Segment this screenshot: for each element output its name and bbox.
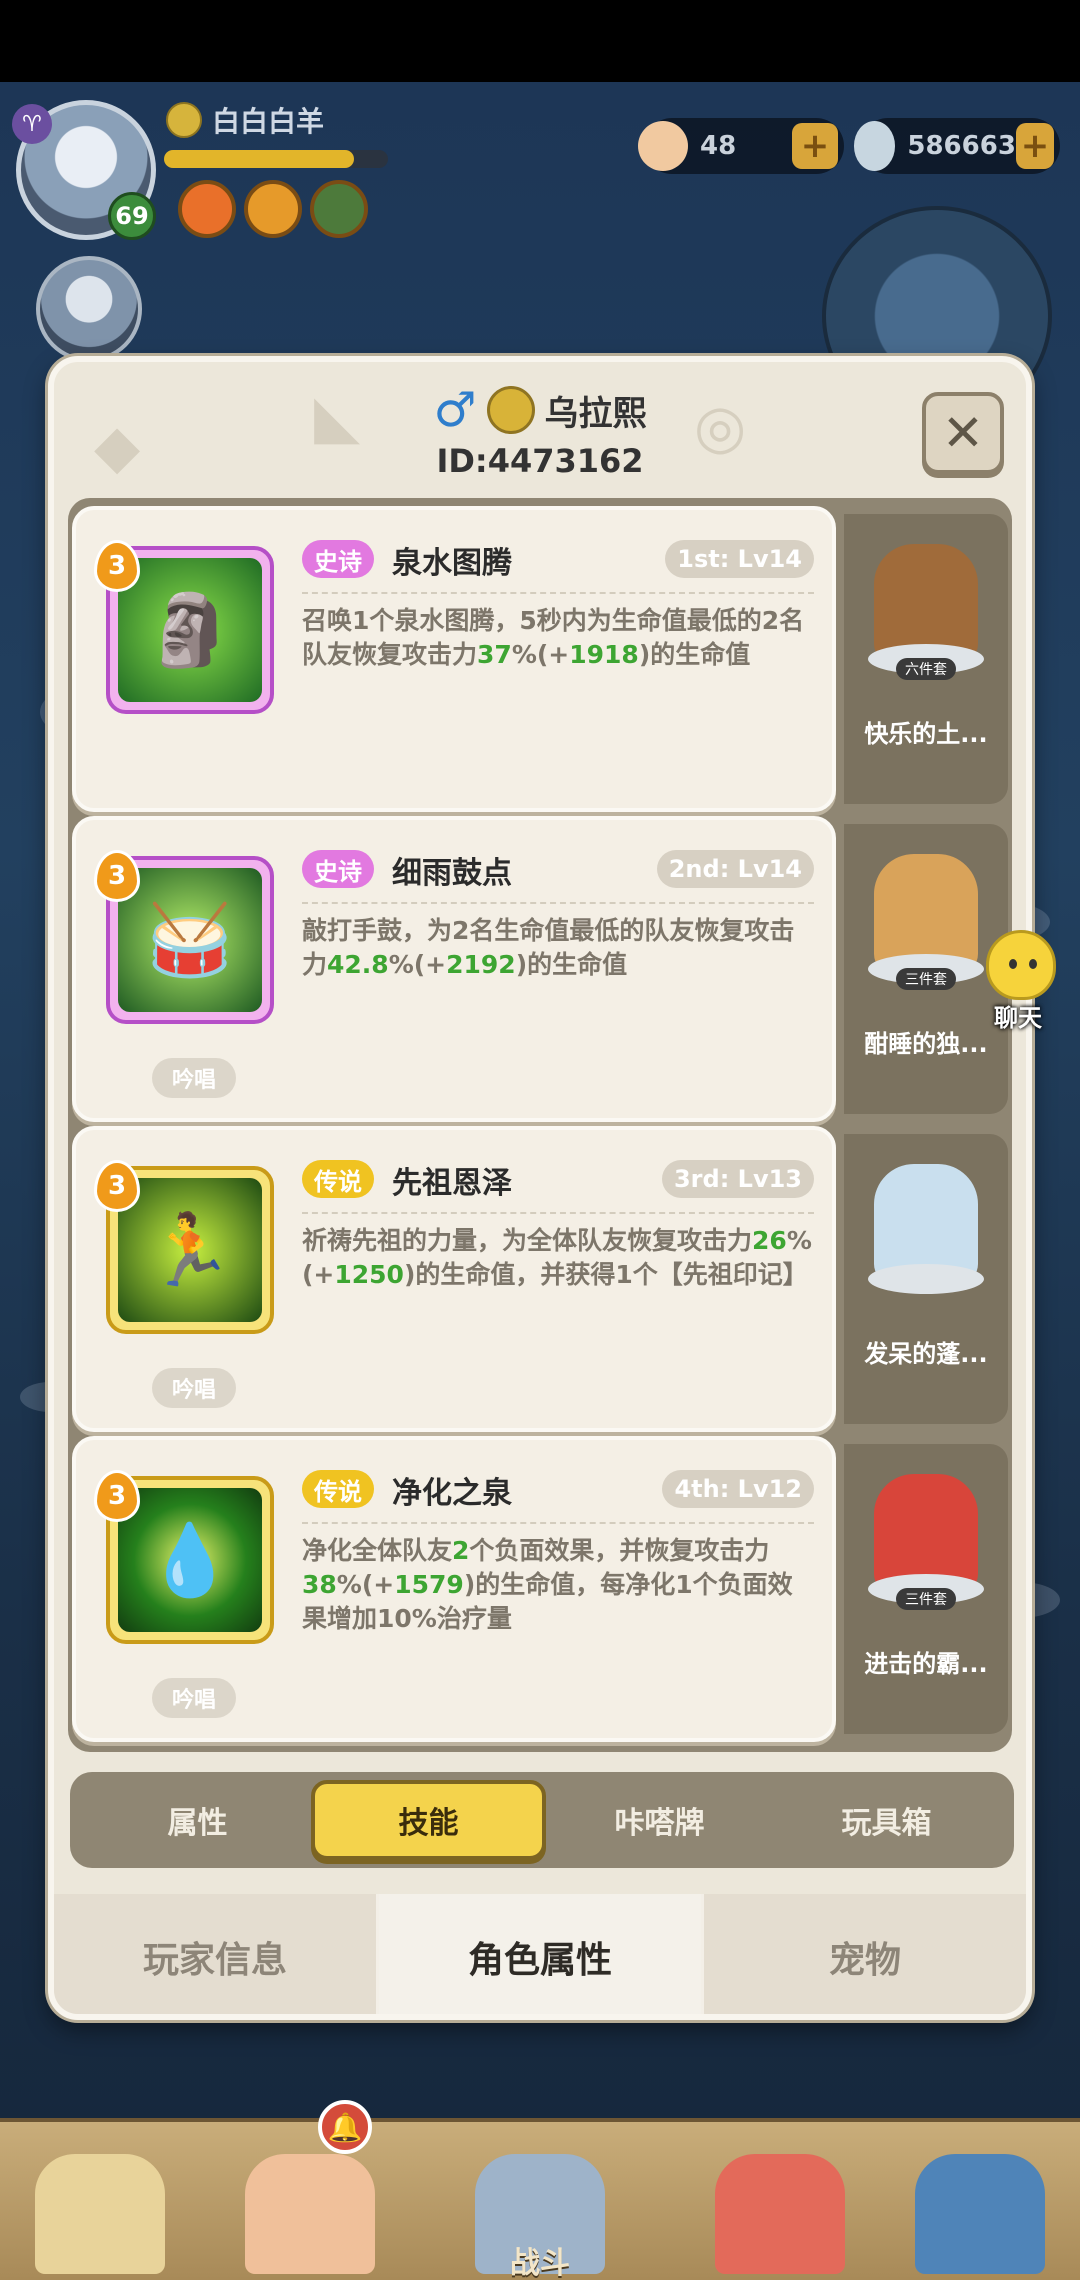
rarity-tag: 史诗 bbox=[302, 540, 374, 578]
skill-description: 召唤1个泉水图腾，5秒内为生命值最低的2名队友恢复攻击力37%(+1918)的生… bbox=[302, 606, 805, 669]
main-tab-bar: 玩家信息 角色属性 宠物 bbox=[54, 1894, 1026, 2014]
teammate-avatar[interactable] bbox=[36, 256, 142, 362]
skill-slot-tag: 3rd: Lv13 bbox=[661, 1160, 814, 1198]
nav-hero[interactable] bbox=[20, 2122, 180, 2280]
skill-card[interactable]: 🥁 3 吟唱 史诗 细雨鼓点 2nd: Lv14 敲打手鼓，为2名生命值最低的队… bbox=[72, 816, 836, 1122]
chat-button[interactable]: 聊天 bbox=[968, 930, 1068, 1032]
player-info-modal: ◆ ◣ ◎ ♂ 乌拉熙 ID:4473162 ✕ 🗿 3 史诗 泉水图腾 1st… bbox=[48, 356, 1032, 2020]
hero-icon bbox=[35, 2154, 165, 2274]
add-shell-button[interactable]: + bbox=[792, 123, 838, 169]
toy-set-name: 进击的霸... bbox=[864, 1650, 988, 1678]
shell-icon bbox=[638, 121, 688, 171]
player-name: 白白白羊 bbox=[212, 105, 325, 138]
skill-row: 🗿 3 史诗 泉水图腾 1st: Lv14 召唤1个泉水图腾，5秒内为生命值最低… bbox=[68, 506, 1012, 812]
skill-row: 🏃 3 吟唱 传说 先祖恩泽 3rd: Lv13 祈祷先祖的力量，为全体队友恢复… bbox=[68, 1126, 1012, 1432]
rarity-tag: 传说 bbox=[302, 1160, 374, 1198]
skill-name: 净化之泉 bbox=[392, 1476, 512, 1511]
skill-slot-tag: 1st: Lv14 bbox=[665, 540, 814, 578]
player-emote-icon bbox=[486, 386, 535, 434]
name-emote-icon bbox=[166, 102, 202, 138]
rarity-tag: 传说 bbox=[302, 1470, 374, 1508]
set-count-tag: 六件套 bbox=[896, 658, 956, 680]
subtab-attributes[interactable]: 属性 bbox=[84, 1780, 311, 1860]
set-count-tag: 三件套 bbox=[896, 1588, 956, 1610]
nav-pet[interactable] bbox=[700, 2122, 860, 2280]
skill-name: 细雨鼓点 bbox=[392, 856, 512, 891]
pearl-count: 586663 bbox=[907, 131, 1016, 161]
chat-label: 聊天 bbox=[994, 1004, 1042, 1032]
male-gender-icon: ♂ bbox=[433, 382, 477, 438]
pearl-icon bbox=[854, 121, 896, 171]
divider bbox=[302, 1522, 814, 1524]
skill-list: 🗿 3 史诗 泉水图腾 1st: Lv14 召唤1个泉水图腾，5秒内为生命值最低… bbox=[68, 498, 1012, 1752]
skill-slot-tag: 2nd: Lv14 bbox=[656, 850, 814, 888]
skill-row: 🥁 3 吟唱 史诗 细雨鼓点 2nd: Lv14 敲打手鼓，为2名生命值最低的队… bbox=[68, 816, 1012, 1122]
modal-header: ♂ 乌拉熙 ID:4473162 bbox=[54, 382, 1026, 492]
subtab-toybox[interactable]: 玩具箱 bbox=[773, 1780, 1000, 1860]
tab-player-info[interactable]: 玩家信息 bbox=[54, 1894, 379, 2014]
skill-description: 祈祷先祖的力量，为全体队友恢复攻击力26%(+1250)的生命值，并获得1个【先… bbox=[302, 1226, 812, 1289]
shell-count: 48 bbox=[700, 131, 737, 161]
toy-set-card[interactable]: 发呆的蓬... bbox=[844, 1134, 1008, 1424]
drum-skill-icon: 🥁 bbox=[118, 868, 262, 1012]
skill-slot-tag: 4th: Lv12 bbox=[662, 1470, 814, 1508]
close-button[interactable]: ✕ bbox=[922, 392, 1004, 474]
toy-set-card[interactable]: 六件套 快乐的土... bbox=[844, 514, 1008, 804]
divider bbox=[302, 592, 814, 594]
zodiac-icon: ♈ bbox=[12, 104, 52, 144]
add-pearl-button[interactable]: + bbox=[1015, 123, 1054, 169]
exp-bar bbox=[164, 150, 388, 168]
toy-base bbox=[868, 1264, 984, 1294]
player-id: ID:4473162 bbox=[436, 442, 644, 480]
nav-battle[interactable]: 战斗 bbox=[460, 2122, 620, 2280]
player-level-badge: 69 bbox=[108, 192, 156, 240]
nav-guild[interactable] bbox=[900, 2122, 1060, 2280]
subtab-cards[interactable]: 咔嗒牌 bbox=[546, 1780, 773, 1860]
chat-emoji-icon bbox=[986, 930, 1056, 1000]
pet-icon bbox=[715, 2154, 845, 2274]
skill-description: 净化全体队友2个负面效果，并恢复攻击力38%(+1579)的生命值，每净化1个负… bbox=[302, 1536, 793, 1633]
ancestor-skill-icon: 🏃 bbox=[118, 1178, 262, 1322]
tab-character-attributes[interactable]: 角色属性 bbox=[379, 1894, 704, 2014]
nav-character[interactable] bbox=[230, 2122, 390, 2280]
divider bbox=[302, 902, 814, 904]
chant-tag: 吟唱 bbox=[152, 1058, 236, 1098]
spring-skill-icon: 💧 bbox=[118, 1488, 262, 1632]
set-count-tag: 三件套 bbox=[896, 968, 956, 990]
rarity-tag: 史诗 bbox=[302, 850, 374, 888]
skill-row: 💧 3 吟唱 传说 净化之泉 4th: Lv12 净化全体队友2个负面效果，并恢… bbox=[68, 1436, 1012, 1742]
currency-pearl: 586663 + bbox=[854, 118, 1060, 174]
skill-card[interactable]: 🏃 3 吟唱 传说 先祖恩泽 3rd: Lv13 祈祷先祖的力量，为全体队友恢复… bbox=[72, 1126, 836, 1432]
bottom-nav: 战斗 bbox=[0, 2118, 1080, 2280]
toy-set-name: 发呆的蓬... bbox=[864, 1340, 988, 1368]
skill-description: 敲打手鼓，为2名生命值最低的队友恢复攻击力42.8%(+2192)的生命值 bbox=[302, 916, 795, 979]
skill-card[interactable]: 💧 3 吟唱 传说 净化之泉 4th: Lv12 净化全体队友2个负面效果，并恢… bbox=[72, 1436, 836, 1742]
skill-name: 先祖恩泽 bbox=[392, 1166, 512, 1201]
toy-set-name: 快乐的土... bbox=[864, 720, 988, 748]
skill-name: 泉水图腾 bbox=[392, 546, 512, 581]
subtab-skills[interactable]: 技能 bbox=[311, 1780, 546, 1860]
sub-tab-bar: 属性 技能 咔嗒牌 玩具箱 bbox=[70, 1772, 1014, 1868]
badge-icon-1[interactable] bbox=[178, 180, 236, 238]
notification-bell-icon[interactable]: 🔔 bbox=[318, 2100, 372, 2154]
skill-card[interactable]: 🗿 3 史诗 泉水图腾 1st: Lv14 召唤1个泉水图腾，5秒内为生命值最低… bbox=[72, 506, 836, 812]
profile-name: 乌拉熙 bbox=[544, 393, 647, 434]
tab-pet[interactable]: 宠物 bbox=[704, 1894, 1026, 2014]
chant-tag: 吟唱 bbox=[152, 1678, 236, 1718]
badge-icon-3[interactable] bbox=[310, 180, 368, 238]
nav-battle-label: 战斗 bbox=[510, 2246, 570, 2280]
divider bbox=[302, 1212, 814, 1214]
currency-shell: 48 + bbox=[638, 118, 844, 174]
guild-icon bbox=[915, 2154, 1045, 2274]
toy-set-card[interactable]: 三件套 进击的霸... bbox=[844, 1444, 1008, 1734]
status-bar bbox=[0, 0, 1080, 82]
badge-icon-2[interactable] bbox=[244, 180, 302, 238]
totem-skill-icon: 🗿 bbox=[118, 558, 262, 702]
chant-tag: 吟唱 bbox=[152, 1368, 236, 1408]
character-icon bbox=[245, 2154, 375, 2274]
